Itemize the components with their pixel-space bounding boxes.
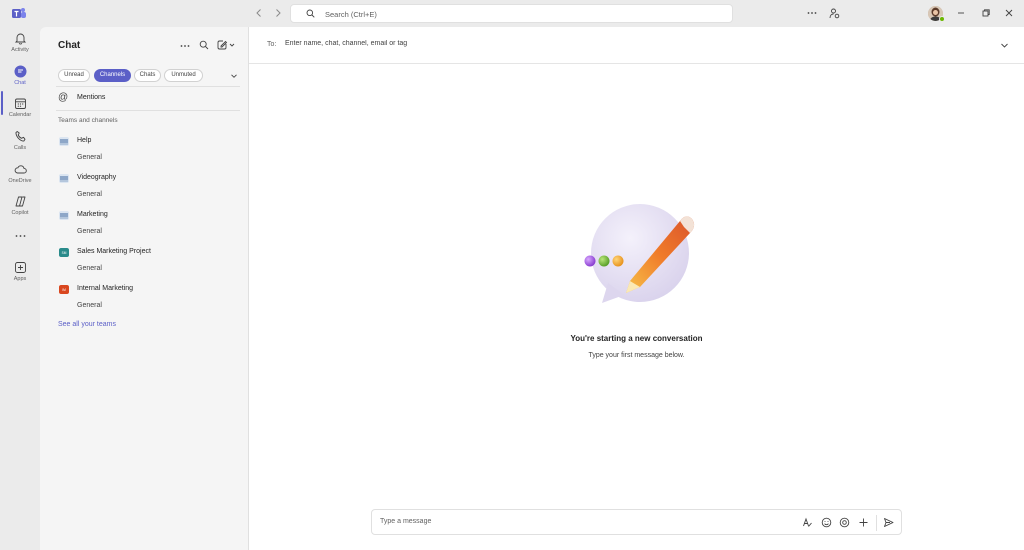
- search-input[interactable]: Search (Ctrl+E): [290, 4, 733, 23]
- team-logo-icon: [59, 137, 69, 146]
- rail-item-calendar[interactable]: Calendar: [0, 97, 40, 127]
- rail-label: Apps: [13, 276, 27, 282]
- divider: [56, 110, 240, 111]
- channel-item[interactable]: General: [77, 302, 102, 309]
- rail-item-activity[interactable]: Activity: [0, 32, 40, 62]
- restore-icon[interactable]: [980, 7, 992, 19]
- rail-item-copilot[interactable]: Copilot: [0, 195, 40, 225]
- section-header: Teams and channels: [58, 117, 118, 124]
- channel-item[interactable]: General: [77, 228, 102, 235]
- rail-label: Copilot: [11, 210, 29, 216]
- team-name[interactable]: Marketing: [77, 211, 108, 218]
- title-bar: Search (Ctrl+E): [0, 0, 1024, 27]
- filter-unread[interactable]: Unread: [58, 69, 90, 82]
- presence-status-badge: [939, 16, 945, 22]
- search-placeholder: Search (Ctrl+E): [325, 10, 377, 19]
- more-options-icon[interactable]: [180, 41, 190, 51]
- chat-icon: [14, 65, 26, 78]
- message-composer: [371, 509, 902, 535]
- chat-list-panel: Chat Unread Channels Chats Unmuted @ Men…: [40, 27, 249, 550]
- team-logo-icon: [59, 211, 69, 220]
- filter-channels[interactable]: Channels: [94, 69, 131, 82]
- panel-title: Chat: [58, 40, 81, 51]
- rail-label: OneDrive: [8, 178, 32, 184]
- cloud-icon: [14, 165, 27, 174]
- more-options-icon[interactable]: [807, 8, 817, 18]
- team-name[interactable]: Internal Marketing: [77, 285, 133, 292]
- channel-item[interactable]: General: [77, 265, 102, 272]
- rail-more-button[interactable]: [0, 232, 40, 246]
- calendar-icon: [14, 98, 26, 109]
- rail-item-calls[interactable]: Calls: [0, 130, 40, 160]
- copilot-icon: [15, 196, 25, 207]
- chevron-down-icon[interactable]: [230, 72, 238, 80]
- chevron-down-icon[interactable]: [1000, 41, 1009, 50]
- channel-item[interactable]: General: [77, 154, 102, 161]
- rail-label: Chat: [14, 80, 26, 86]
- phone-icon: [14, 131, 25, 142]
- message-input[interactable]: [380, 518, 760, 525]
- teams-logo-icon[interactable]: [12, 7, 26, 20]
- minimize-icon[interactable]: [955, 7, 967, 19]
- plus-icon[interactable]: [858, 517, 869, 528]
- team-initials: SM: [62, 251, 67, 255]
- search-icon: [306, 9, 315, 18]
- search-icon[interactable]: [199, 40, 209, 50]
- forward-arrow-icon[interactable]: [272, 7, 284, 19]
- divider: [56, 86, 240, 87]
- rail-label: Calls: [13, 145, 27, 151]
- team-name[interactable]: Sales Marketing Project: [77, 248, 151, 255]
- rail-item-apps[interactable]: Apps: [0, 261, 40, 291]
- rail-label: Calendar: [8, 112, 32, 118]
- divider: [876, 515, 877, 531]
- close-icon[interactable]: [1003, 7, 1015, 19]
- back-arrow-icon[interactable]: [253, 7, 265, 19]
- rail-label: Activity: [11, 47, 29, 53]
- at-sign-icon: @: [58, 92, 69, 103]
- new-conversation-illustration-icon: [584, 204, 695, 303]
- team-name[interactable]: Help: [77, 137, 91, 144]
- rail-item-onedrive[interactable]: OneDrive: [0, 163, 40, 193]
- send-icon[interactable]: [883, 517, 894, 528]
- to-label: To:: [267, 41, 277, 48]
- mentions-item[interactable]: Mentions: [77, 94, 105, 101]
- empty-state-subtext: Type your first message below.: [588, 352, 685, 359]
- loop-component-icon[interactable]: [839, 517, 850, 528]
- new-chat-icon[interactable]: [217, 40, 237, 50]
- conversation-pane: To: You're starting a new conversatio: [249, 27, 1024, 550]
- filter-chats[interactable]: Chats: [134, 69, 161, 82]
- team-name[interactable]: Videography: [77, 174, 116, 181]
- app-rail: Activity Chat Calendar Calls OneDrive Co…: [0, 27, 40, 550]
- team-logo-icon: IM: [59, 285, 69, 294]
- team-logo-icon: [59, 174, 69, 183]
- rail-item-chat[interactable]: Chat: [0, 65, 40, 95]
- team-initials: IM: [62, 288, 66, 292]
- people-settings-icon[interactable]: [829, 8, 840, 19]
- empty-state-heading: You're starting a new conversation: [570, 334, 703, 343]
- channel-item[interactable]: General: [77, 191, 102, 198]
- format-text-icon[interactable]: [802, 517, 813, 528]
- bell-icon: [14, 33, 26, 45]
- team-logo-icon: SM: [59, 248, 69, 257]
- plus-square-icon: [14, 262, 26, 273]
- more-options-icon: [15, 235, 25, 237]
- see-all-teams-link[interactable]: See all your teams: [58, 321, 116, 328]
- emoji-icon[interactable]: [821, 517, 832, 528]
- recipient-input[interactable]: [285, 40, 685, 47]
- divider: [249, 63, 1024, 64]
- filter-unmuted[interactable]: Unmuted: [164, 69, 203, 82]
